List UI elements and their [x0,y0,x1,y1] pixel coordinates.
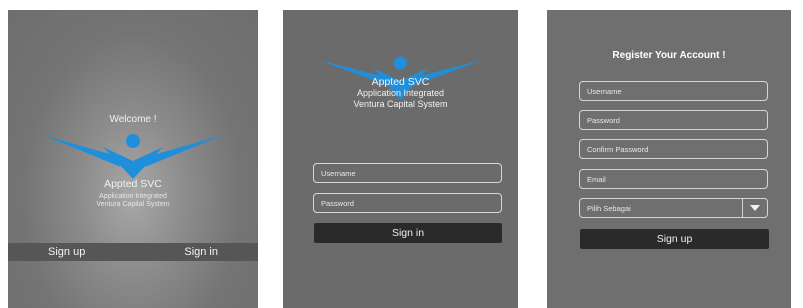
logo-icon [43,134,223,179]
tagline-line1: Application Integrated [356,88,445,98]
email-input[interactable]: Email [579,169,768,189]
login-screen: Appted SVC Application Integrated Ventur… [283,10,518,308]
tagline-line2: Ventura Capital System [96,201,170,208]
register-title: Register Your Account ! [612,50,726,61]
chevron-down-icon[interactable] [742,199,767,217]
role-select[interactable]: Pilih Sebagai [579,198,768,218]
tagline-line1: Application Integrated [99,193,167,200]
password-input[interactable]: Password [313,193,502,213]
signup-button[interactable]: Sign up [580,229,769,249]
brand-name: Appted SVC [104,178,162,190]
signup-button[interactable]: Sign up [48,246,85,258]
signin-button[interactable]: Sign in [184,246,218,258]
signin-button[interactable]: Sign in [314,223,502,243]
tagline-line2: Ventura Capital System [353,99,448,109]
username-input[interactable]: Username [579,81,768,101]
brand-name: Appted SVC [371,76,430,88]
register-screen: Register Your Account ! Username Passwor… [547,10,791,308]
role-select-value: Pilih Sebagai [587,203,631,213]
welcome-screen: Welcome ! Appted SVC Application Integra… [8,10,258,308]
confirm-password-input[interactable]: Confirm Password [579,139,768,159]
username-input[interactable]: Username [313,163,502,183]
password-input[interactable]: Password [579,110,768,130]
bottom-action-bar: Sign up Sign in [8,243,258,261]
welcome-title: Welcome ! [109,114,157,125]
